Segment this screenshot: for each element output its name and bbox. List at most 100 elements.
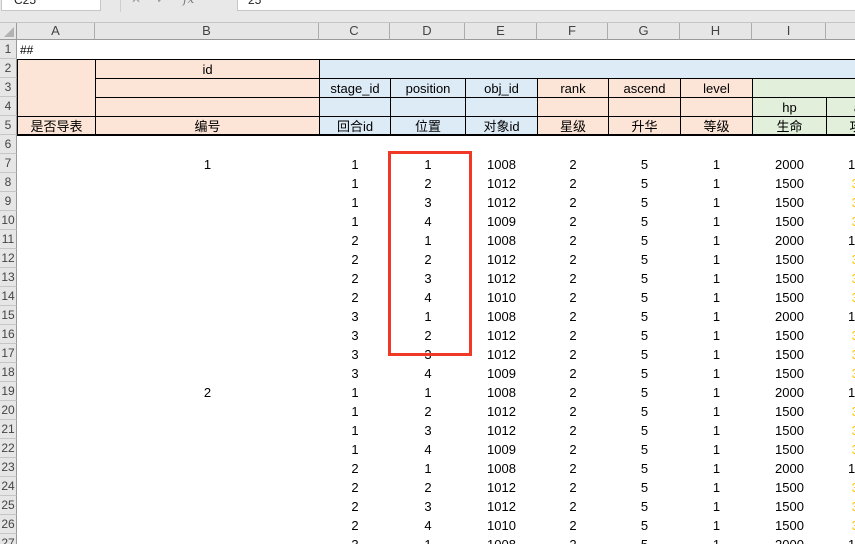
cell-D16-value[interactable]: 2 [390,325,466,345]
cell-F15-value[interactable]: 2 [537,306,609,326]
cell-I23-value[interactable]: 2000 [752,458,827,478]
cell-F27-value[interactable]: 2 [537,534,609,544]
row-header-19[interactable]: 19 [0,382,17,401]
cell-D14-value[interactable]: 4 [390,287,466,307]
cell-H11-value[interactable]: 1 [680,230,753,250]
cell-G20-value[interactable]: 5 [608,401,681,421]
cell-C9-value[interactable]: 1 [319,192,391,212]
cell-H1[interactable] [680,40,753,60]
row-header-23[interactable]: 23 [0,458,17,477]
cell-C10-value[interactable]: 1 [319,211,391,231]
cell-I13-value[interactable]: 1500 [752,268,827,288]
cell-E26-value[interactable]: 1010 [465,515,538,535]
cell-B11[interactable] [95,230,320,250]
cell-B27[interactable] [95,534,320,544]
header-cell-level-cn[interactable]: 等级 [680,116,753,136]
cell-J13-value[interactable]: 350 [826,268,855,288]
cell-H15-value[interactable]: 1 [680,306,753,326]
cell-C7-value[interactable]: 1 [319,154,391,174]
row-header-1[interactable]: 1 [0,40,17,59]
cell-B7-value[interactable]: 1 [95,154,320,174]
row-header-10[interactable]: 10 [0,211,17,230]
header-cell-F4[interactable] [537,97,609,117]
cell-E19-value[interactable]: 1008 [465,382,538,402]
cell-J7-value[interactable]: 1500 [826,154,855,174]
cell-D23-value[interactable]: 1 [390,458,466,478]
cell-F13-value[interactable]: 2 [537,268,609,288]
cell-I1[interactable] [752,40,827,60]
column-header-I[interactable]: I [752,22,826,40]
cell-G10-value[interactable]: 5 [608,211,681,231]
cell-H23-value[interactable]: 1 [680,458,753,478]
column-header-A[interactable]: A [17,22,95,40]
row-header-18[interactable]: 18 [0,363,17,382]
cell-G16-value[interactable]: 5 [608,325,681,345]
cell-E11-value[interactable]: 1008 [465,230,538,250]
cell-E8-value[interactable]: 1012 [465,173,538,193]
cell-I16-value[interactable]: 1500 [752,325,827,345]
cell-D17-value[interactable]: 3 [390,344,466,364]
cell-A25[interactable] [17,496,96,516]
cell-G12-value[interactable]: 5 [608,249,681,269]
cell-H18-value[interactable]: 1 [680,363,753,383]
header-cell-E4[interactable] [465,97,538,117]
row-header-3[interactable]: 3 [0,78,17,97]
cell-I15-value[interactable]: 2000 [752,306,827,326]
cell-F19-value[interactable]: 2 [537,382,609,402]
column-header-H[interactable]: H [680,22,752,40]
header-cell-number-cn[interactable]: 编号 [95,116,320,136]
cell-G13-value[interactable]: 5 [608,268,681,288]
column-header-B[interactable]: B [95,22,319,40]
select-all-corner[interactable] [0,22,17,40]
cell-J26-value[interactable]: 350 [826,515,855,535]
cell-D19-value[interactable]: 1 [390,382,466,402]
header-cell-hp-cn[interactable]: 生命 [752,116,827,136]
row-header-21[interactable]: 21 [0,420,17,439]
cell-I9-value[interactable]: 1500 [752,192,827,212]
cell-G6[interactable] [608,135,681,155]
header-cell-atk-cn[interactable]: 攻击 [826,116,855,136]
cell-A7[interactable] [17,154,96,174]
cell-C11-value[interactable]: 2 [319,230,391,250]
cell-F22-value[interactable]: 2 [537,439,609,459]
header-cell-rank[interactable]: rank [537,78,609,98]
cell-C19-value[interactable]: 1 [319,382,391,402]
cell-I14-value[interactable]: 1500 [752,287,827,307]
cell-H16-value[interactable]: 1 [680,325,753,345]
cell-D22-value[interactable]: 4 [390,439,466,459]
cell-J18-value[interactable]: 350 [826,363,855,383]
cell-A18[interactable] [17,363,96,383]
cell-G22-value[interactable]: 5 [608,439,681,459]
row-header-15[interactable]: 15 [0,306,17,325]
cell-H7-value[interactable]: 1 [680,154,753,174]
row-header-26[interactable]: 26 [0,515,17,534]
cell-A14[interactable] [17,287,96,307]
header-cell-ascend[interactable]: ascend [608,78,681,98]
cell-G21-value[interactable]: 5 [608,420,681,440]
cell-A12[interactable] [17,249,96,269]
header-cell-rank-cn[interactable]: 星级 [537,116,609,136]
cell-G9-value[interactable]: 5 [608,192,681,212]
cell-F21-value[interactable]: 2 [537,420,609,440]
cell-A16[interactable] [17,325,96,345]
cell-E16-value[interactable]: 1012 [465,325,538,345]
cell-H14-value[interactable]: 1 [680,287,753,307]
cell-C18-value[interactable]: 3 [319,363,391,383]
header-cell-ascend-cn[interactable]: 升华 [608,116,681,136]
cell-E24-value[interactable]: 1012 [465,477,538,497]
cell-J1[interactable] [826,40,855,60]
row-header-20[interactable]: 20 [0,401,17,420]
header-cell-position-cn[interactable]: 位置 [390,116,466,136]
cell-H25-value[interactable]: 1 [680,496,753,516]
cell-B16[interactable] [95,325,320,345]
cell-D25-value[interactable]: 3 [390,496,466,516]
cell-F24-value[interactable]: 2 [537,477,609,497]
cell-I27-value[interactable]: 2000 [752,534,827,544]
cell-E15-value[interactable]: 1008 [465,306,538,326]
cell-A6[interactable] [17,135,96,155]
cell-J17-value[interactable]: 350 [826,344,855,364]
cell-G25-value[interactable]: 5 [608,496,681,516]
cell-H21-value[interactable]: 1 [680,420,753,440]
header-cell-id[interactable]: id [95,59,320,79]
cell-J27-value[interactable]: 1500 [826,534,855,544]
